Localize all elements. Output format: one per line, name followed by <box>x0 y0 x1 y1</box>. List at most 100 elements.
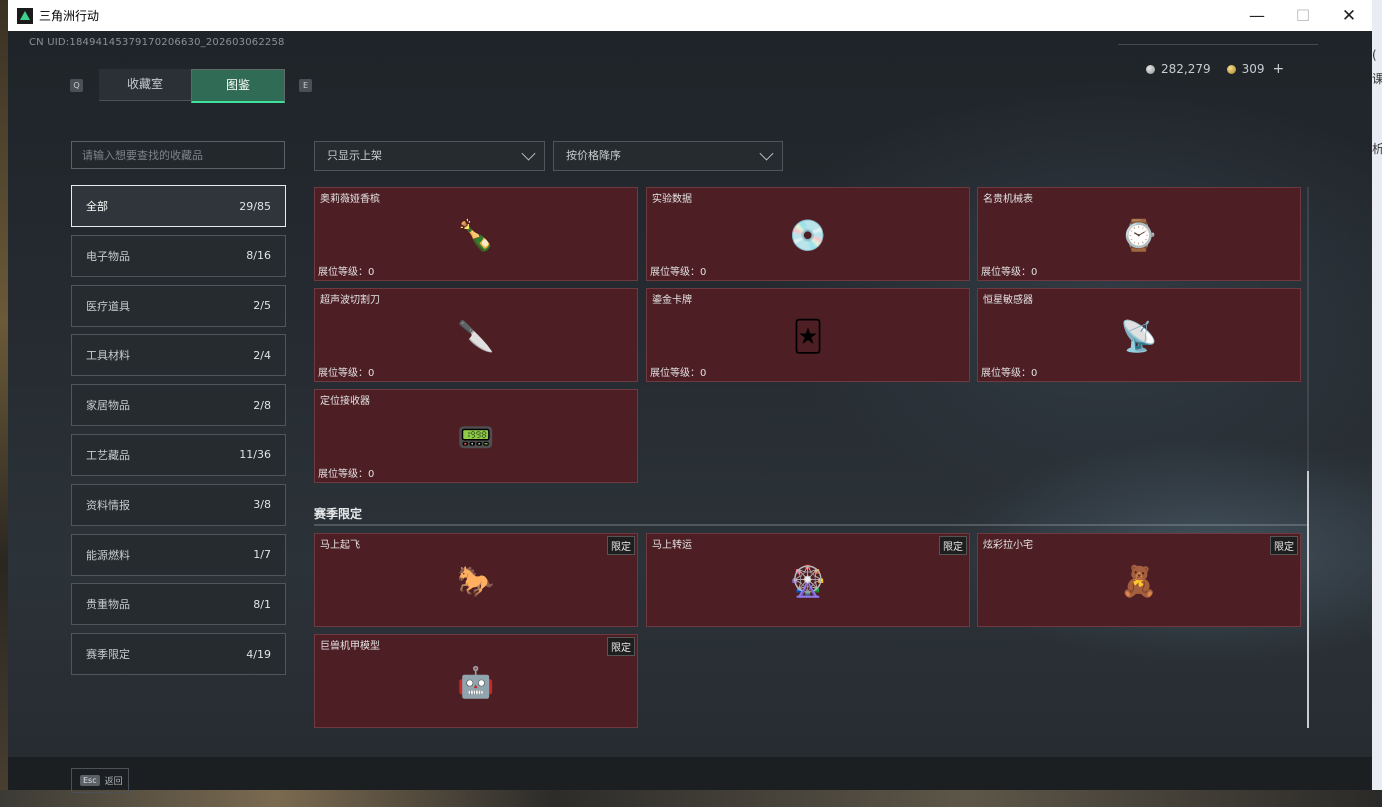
item-name: 定位接收器 <box>320 396 370 407</box>
key-hint-e: E <box>299 79 312 92</box>
sort-dropdown[interactable]: 按价格降序 <box>553 141 783 171</box>
category-count: 2/8 <box>253 398 271 412</box>
category-count: 2/4 <box>253 348 271 362</box>
key-hint-q: Q <box>70 79 83 92</box>
category-list: 全部 29/85 电子物品 8/16 医疗道具 2/5 工具材料 2/4 家居物品 2/8… <box>71 185 286 683</box>
minimize-button[interactable]: — <box>1234 0 1280 31</box>
item-level: 展位等级：0 <box>981 267 1038 278</box>
item-name: 超声波切割刀 <box>320 295 380 306</box>
limited-badge: 限定 <box>939 536 967 555</box>
item-level: 展位等级：0 <box>318 368 375 379</box>
category-count: 8/1 <box>253 597 271 611</box>
category-item-intel[interactable]: 资料情报 3/8 <box>71 483 286 526</box>
item-name: 马上起飞 <box>320 540 360 551</box>
gold-watch-icon: ⌚ <box>1120 218 1158 254</box>
desktop-glyph: 课 <box>1372 72 1382 86</box>
app-logo-icon <box>17 7 33 24</box>
item-name: 恒星敏感器 <box>983 295 1033 306</box>
category-count: 1/7 <box>253 548 271 562</box>
item-level: 展位等级：0 <box>650 267 707 278</box>
category-label: 贵重物品 <box>86 598 130 612</box>
uid-label: CN UID:18494145379170206630_202603062258 <box>29 37 285 48</box>
item-level: 展位等级：0 <box>318 469 375 480</box>
desktop-glyph: 析 <box>1372 142 1382 156</box>
item-card[interactable]: 奥莉薇娅香槟 🍾 展位等级：0 <box>314 187 638 281</box>
category-item-electronics[interactable]: 电子物品 8/16 <box>71 234 286 277</box>
category-item-tools[interactable]: 工具材料 2/4 <box>71 334 286 377</box>
category-count: 3/8 <box>253 498 271 512</box>
shelf-filter-dropdown[interactable]: 只显示上架 <box>314 141 545 171</box>
tab-collection-room[interactable]: 收藏室 <box>99 69 191 101</box>
category-label: 电子物品 <box>86 249 130 263</box>
category-item-valuables[interactable]: 贵重物品 8/1 <box>71 583 286 626</box>
item-name: 炫彩拉小宅 <box>983 540 1033 551</box>
champagne-bottle-icon: 🍾 <box>457 218 495 254</box>
item-card[interactable]: 实验数据 💿 展位等级：0 <box>646 187 970 281</box>
silver-coin-icon <box>1146 64 1155 74</box>
chevron-down-icon <box>759 146 774 161</box>
category-item-all[interactable]: 全部 29/85 <box>71 185 286 227</box>
shelf-filter-value: 只显示上架 <box>327 149 382 162</box>
gold-card-icon: 🃏 <box>792 319 824 355</box>
item-level: 展位等级：0 <box>981 368 1038 379</box>
back-button[interactable]: Esc 返回 <box>71 768 129 793</box>
search-input[interactable]: 请输入想要查找的收藏品 <box>71 141 285 169</box>
divider <box>1118 44 1318 45</box>
category-item-energy[interactable]: 能源燃料 1/7 <box>71 533 286 576</box>
season-item-card[interactable]: 炫彩拉小宅 限定 🧸 <box>977 533 1301 627</box>
item-name: 奥莉薇娅香槟 <box>320 194 380 205</box>
category-label: 家居物品 <box>86 399 130 413</box>
close-button[interactable]: ✕ <box>1326 0 1372 31</box>
title-bar: 三角洲行动 — ☐ ✕ <box>8 0 1372 31</box>
season-item-card[interactable]: 马上转运 限定 🎡 <box>646 533 970 627</box>
disc-icon: 💿 <box>789 218 827 254</box>
limited-badge: 限定 <box>607 536 635 555</box>
item-name: 实验数据 <box>652 194 692 205</box>
add-currency-button[interactable]: + <box>1273 61 1285 77</box>
season-item-card[interactable]: 马上起飞 限定 🐎 <box>314 533 638 627</box>
category-item-crafts[interactable]: 工艺藏品 11/36 <box>71 433 286 476</box>
back-label: 返回 <box>104 777 123 787</box>
sort-value: 按价格降序 <box>566 149 621 162</box>
category-item-home[interactable]: 家居物品 2/8 <box>71 384 286 427</box>
category-count: 29/85 <box>239 199 271 213</box>
gold-coin-icon <box>1226 64 1236 74</box>
season-item-card[interactable]: 巨兽机甲模型 限定 🤖 <box>314 634 638 728</box>
item-card[interactable]: 名贵机械表 ⌚ 展位等级：0 <box>977 187 1301 281</box>
category-count: 2/5 <box>253 299 271 313</box>
star-sensor-icon: 📡 <box>1120 319 1158 355</box>
scrollbar-thumb[interactable] <box>1307 471 1309 728</box>
mech-model-icon: 🤖 <box>457 665 495 701</box>
item-level: 展位等级：0 <box>318 267 375 278</box>
window-title: 三角洲行动 <box>39 9 100 23</box>
currency-display: 282,279 309 + <box>1146 61 1284 77</box>
category-count: 8/16 <box>246 249 271 263</box>
gps-receiver-icon: 📟 <box>457 420 495 456</box>
limited-badge: 限定 <box>1270 536 1298 555</box>
desktop-glyph: ( <box>1372 48 1377 62</box>
tab-catalog[interactable]: 图鉴 <box>191 69 285 103</box>
category-label: 医疗道具 <box>86 299 130 313</box>
section-divider <box>314 524 1309 526</box>
category-item-medical[interactable]: 医疗道具 2/5 <box>71 284 286 327</box>
item-card[interactable]: 超声波切割刀 🔪 展位等级：0 <box>314 288 638 382</box>
desktop-background-right: ( 课 析 <box>1372 0 1382 807</box>
gold-amount: 309 <box>1241 62 1265 76</box>
tab-bar: 收藏室 图鉴 <box>99 69 285 103</box>
category-count: 4/19 <box>246 647 271 661</box>
item-name: 马上转运 <box>652 540 692 551</box>
esc-key-hint: Esc <box>80 775 100 786</box>
category-item-season[interactable]: 赛季限定 4/19 <box>71 633 286 676</box>
golden-wheel-icon: 🎡 <box>789 564 827 600</box>
desktop-background-bottom <box>0 790 1382 807</box>
item-name: 巨兽机甲模型 <box>320 641 380 652</box>
maximize-button[interactable]: ☐ <box>1280 0 1326 31</box>
category-label: 工艺藏品 <box>86 448 130 462</box>
doll-figure-icon: 🧸 <box>1120 564 1158 600</box>
item-card[interactable]: 鎏金卡牌 🃏 展位等级：0 <box>646 288 970 382</box>
item-name: 鎏金卡牌 <box>652 295 692 306</box>
item-card[interactable]: 定位接收器 📟 展位等级：0 <box>314 389 638 483</box>
chevron-down-icon <box>521 146 536 161</box>
item-card[interactable]: 恒星敏感器 📡 展位等级：0 <box>977 288 1301 382</box>
scalpel-icon: 🔪 <box>457 319 495 355</box>
